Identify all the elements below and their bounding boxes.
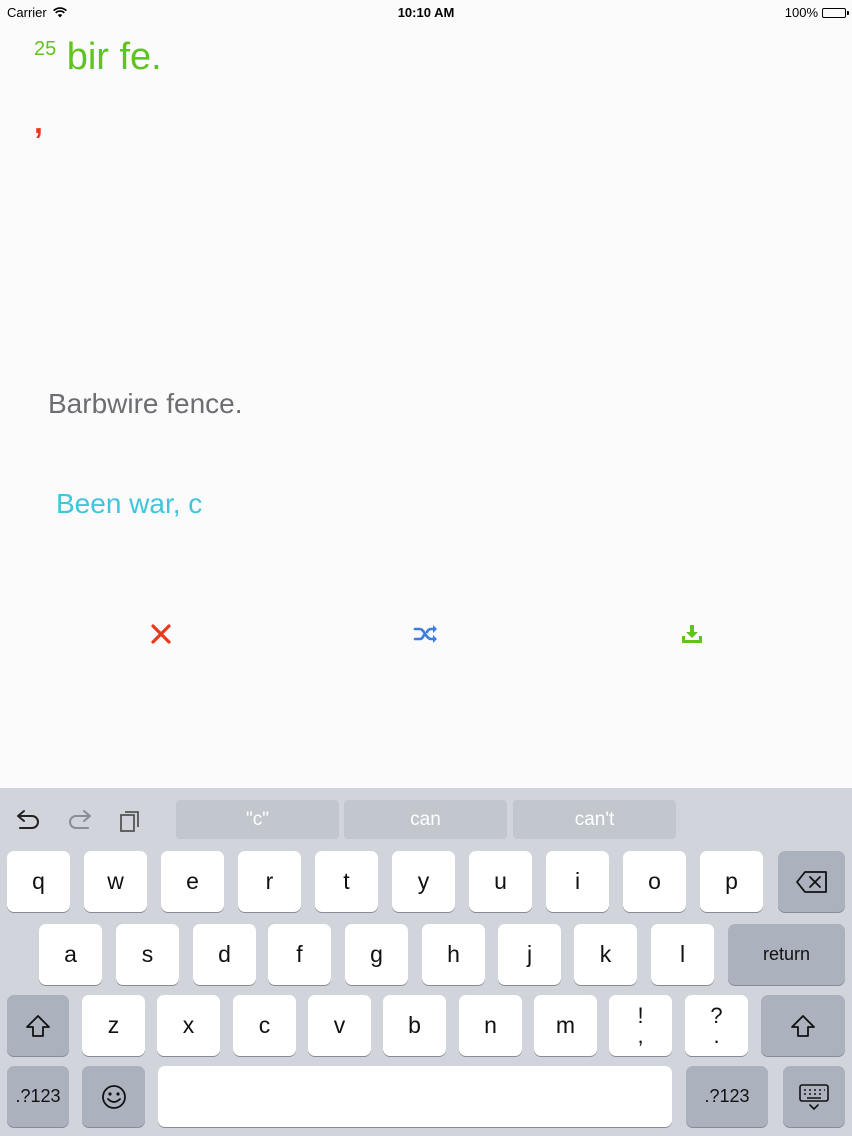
shift-icon xyxy=(26,1014,50,1037)
emoji-key[interactable] xyxy=(82,1066,145,1127)
key-z[interactable]: z xyxy=(82,995,145,1056)
numbers-key-right[interactable]: .?123 xyxy=(686,1066,768,1127)
close-button[interactable] xyxy=(146,619,176,649)
key-n[interactable]: n xyxy=(459,995,522,1056)
backspace-icon xyxy=(795,870,827,893)
battery-icon xyxy=(822,7,849,18)
key-question-period[interactable]: ? . xyxy=(685,995,748,1056)
key-l[interactable]: l xyxy=(651,924,714,985)
key-k[interactable]: k xyxy=(574,924,637,985)
undo-button[interactable] xyxy=(14,809,42,838)
hint-mark: , xyxy=(34,104,43,140)
clock: 10:10 AM xyxy=(397,5,455,20)
shift-key-left[interactable] xyxy=(7,995,69,1056)
save-button[interactable] xyxy=(677,619,707,649)
space-key[interactable] xyxy=(158,1066,672,1127)
key-a[interactable]: a xyxy=(39,924,102,985)
shuffle-button[interactable] xyxy=(411,619,441,649)
key-j[interactable]: j xyxy=(498,924,561,985)
redo-button[interactable] xyxy=(66,809,94,838)
key-r[interactable]: r xyxy=(238,851,301,912)
key-f[interactable]: f xyxy=(268,924,331,985)
key-w[interactable]: w xyxy=(84,851,147,912)
key-c[interactable]: c xyxy=(233,995,296,1056)
battery-status: 100% xyxy=(784,5,849,20)
paste-button[interactable] xyxy=(117,809,143,838)
redo-icon xyxy=(69,810,91,829)
key-exclaim-comma[interactable]: ! , xyxy=(609,995,672,1056)
key-v[interactable]: v xyxy=(308,995,371,1056)
key-y[interactable]: y xyxy=(392,851,455,912)
key-i[interactable]: i xyxy=(546,851,609,912)
prompt: 25 bir fe. xyxy=(34,36,162,79)
typed-text[interactable]: Been war, c xyxy=(56,488,202,520)
keyboard-dismiss-icon xyxy=(799,1083,829,1110)
key-u[interactable]: u xyxy=(469,851,532,912)
key-t[interactable]: t xyxy=(315,851,378,912)
key-e[interactable]: e xyxy=(161,851,224,912)
undo-icon xyxy=(17,810,39,829)
download-icon xyxy=(682,625,702,643)
suggestion-1[interactable]: "c" xyxy=(176,800,339,839)
prompt-text: bir fe. xyxy=(66,36,162,78)
hide-keyboard-key[interactable] xyxy=(783,1066,845,1127)
delete-key[interactable] xyxy=(778,851,845,912)
key-d[interactable]: d xyxy=(193,924,256,985)
return-key[interactable]: return xyxy=(728,924,845,985)
prompt-number: 25 xyxy=(34,38,57,60)
suggestion-3[interactable]: can't xyxy=(513,800,676,839)
status-bar: Carrier 10:10 AM 100% xyxy=(0,0,852,24)
clipboard-icon xyxy=(120,811,139,832)
key-comma-label: , xyxy=(637,1022,644,1048)
key-x[interactable]: x xyxy=(157,995,220,1056)
key-q[interactable]: q xyxy=(7,851,70,912)
key-h[interactable]: h xyxy=(422,924,485,985)
key-p[interactable]: p xyxy=(700,851,763,912)
key-period-label: . xyxy=(713,1022,720,1048)
suggestion-2[interactable]: can xyxy=(344,800,507,839)
key-m[interactable]: m xyxy=(534,995,597,1056)
key-s[interactable]: s xyxy=(116,924,179,985)
numbers-key-left[interactable]: .?123 xyxy=(7,1066,69,1127)
key-b[interactable]: b xyxy=(383,995,446,1056)
emoji-icon xyxy=(101,1084,126,1109)
close-icon xyxy=(151,624,171,644)
key-o[interactable]: o xyxy=(623,851,686,912)
key-g[interactable]: g xyxy=(345,924,408,985)
shuffle-icon xyxy=(413,625,437,643)
answer-text: Barbwire fence. xyxy=(48,388,243,419)
shift-icon xyxy=(791,1014,815,1037)
shift-key-right[interactable] xyxy=(761,995,845,1056)
battery-percent: 100% xyxy=(784,5,818,20)
keyboard: "c" can can't q w e r t y u i o p a s d … xyxy=(0,788,852,1136)
